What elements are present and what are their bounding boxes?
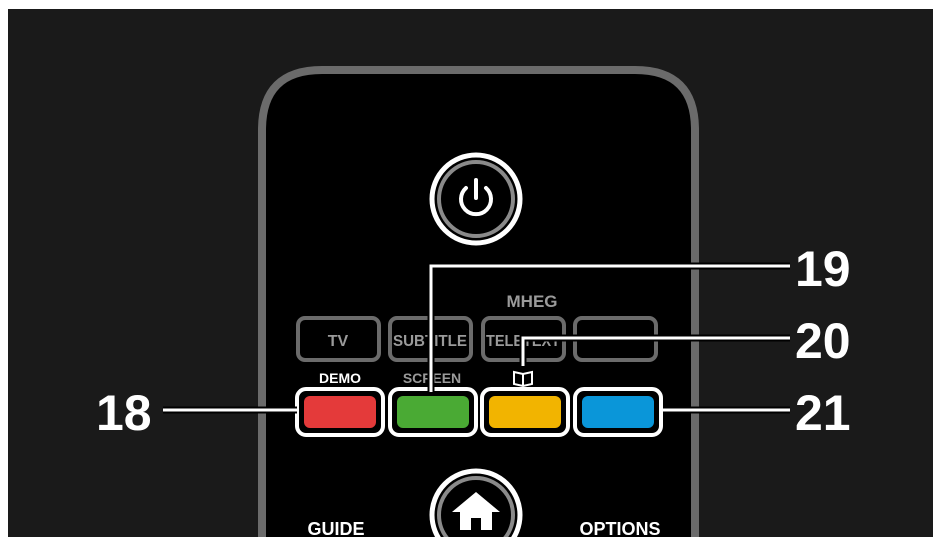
guide-label: GUIDE (307, 519, 364, 539)
mheg-label: MHEG (507, 292, 558, 311)
callout-19: 19 (795, 241, 851, 297)
demo-label: DEMO (319, 370, 361, 386)
callout-21: 21 (795, 385, 851, 441)
remote-diagram: MHEG TV SUBTITLE TELETEXT DEMO SCREEN GU… (8, 9, 933, 539)
callout-20: 20 (795, 313, 851, 369)
callout-18: 18 (96, 385, 152, 441)
options-label: OPTIONS (579, 519, 660, 539)
tv-button[interactable]: TV (296, 316, 381, 362)
tv-button-label: TV (328, 333, 349, 350)
